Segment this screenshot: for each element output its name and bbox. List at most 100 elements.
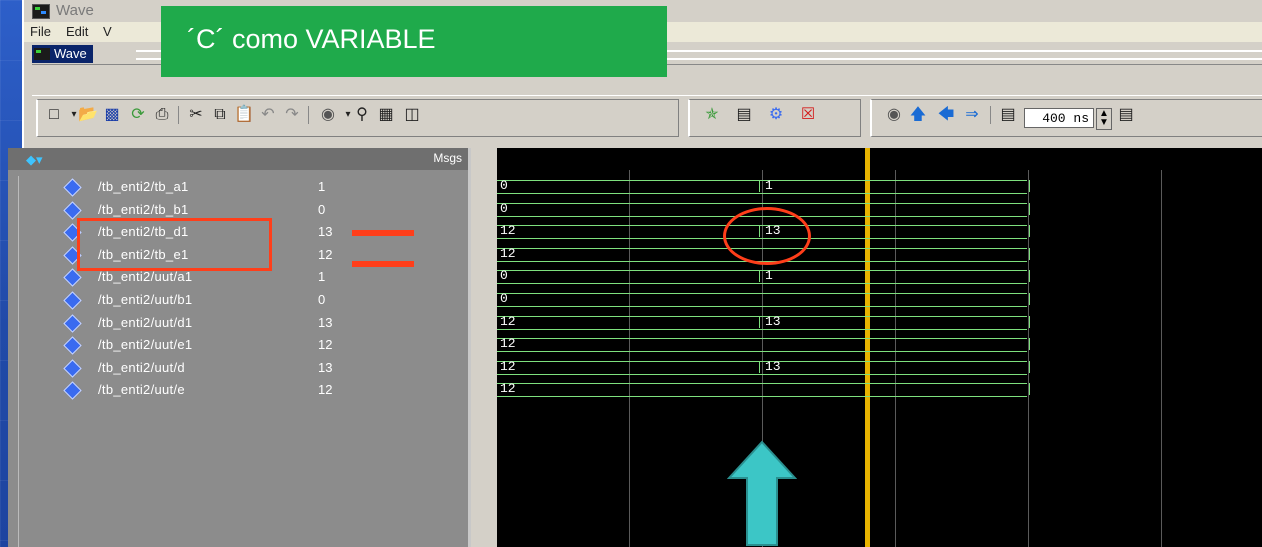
- toolbar-separator: [308, 106, 309, 124]
- signal-diamond-icon: [63, 291, 82, 310]
- dataflow-icon[interactable]: ◫: [402, 105, 422, 125]
- window-title: Wave: [56, 2, 94, 19]
- signal-value: 12: [318, 247, 333, 262]
- signal-name: /tb_enti2/uut/e: [98, 382, 185, 397]
- cut-icon[interactable]: ✂: [186, 105, 206, 125]
- bus-trace-end: [1025, 316, 1030, 328]
- signal-name: /tb_enti2/uut/b1: [98, 292, 193, 307]
- step-icon[interactable]: ▤: [1116, 105, 1136, 125]
- bus-value-after: 13: [765, 359, 781, 374]
- signal-value-row[interactable]: 1: [312, 266, 488, 288]
- menu-view[interactable]: V: [103, 24, 112, 39]
- bookmark-icon[interactable]: ▤: [734, 105, 754, 125]
- signal-value: 12: [318, 382, 333, 397]
- up-arrow-icon[interactable]: 🡅: [908, 105, 928, 125]
- bus-trace-end: [1025, 225, 1030, 237]
- reload-icon[interactable]: ⟳: [128, 105, 148, 125]
- waveform-row[interactable]: 12 13: [497, 357, 1262, 379]
- bus-value-before: 12: [500, 314, 516, 329]
- signal-row[interactable]: /tb_enti2/uut/e: [8, 379, 295, 401]
- bus-value-before: 12: [500, 223, 516, 238]
- bus-value-before: 0: [500, 178, 508, 193]
- signal-diamond-icon: [63, 336, 82, 355]
- signal-diamond-icon: [63, 314, 82, 333]
- signal-row[interactable]: /tb_enti2/uut/e1: [8, 334, 295, 356]
- bus-trace-end: [1025, 361, 1030, 373]
- signal-row[interactable]: /tb_enti2/uut/d: [8, 357, 295, 379]
- new-icon[interactable]: □: [44, 105, 64, 125]
- copy-icon[interactable]: ⧉: [210, 105, 230, 125]
- waveform-row[interactable]: 01: [497, 176, 1262, 198]
- run-length-spinner[interactable]: ▲ ▼: [1096, 108, 1112, 130]
- waveform-pane[interactable]: 0 1 0 12 13 12 0 1 0 12 13 12 12 13 12: [497, 148, 1262, 547]
- close-wave-icon[interactable]: ☒: [798, 105, 818, 125]
- slide-banner: ´C´ como VARIABLE: [161, 6, 667, 77]
- highlight-circle: [723, 207, 811, 265]
- signal-row[interactable]: /tb_enti2/uut/d1: [8, 312, 295, 334]
- bus-transition: [759, 361, 764, 373]
- bus-value-before: 0: [500, 291, 508, 306]
- bus-trace-end: [1025, 203, 1030, 215]
- waveform-row[interactable]: 12: [497, 244, 1262, 266]
- wave-pane-icon: [34, 48, 50, 60]
- signal-name: /tb_enti2/uut/a1: [98, 269, 193, 284]
- toolbar: □ ▾ 📂 ▩ ⟳ ⎙ ✂ ⧉ 📋 ↶ ↷ ◉ ▾ ⚲ ▦ ◫ ✯ ▤ ⚙ ☒ …: [32, 95, 1262, 144]
- equals-bar-bottom: [352, 261, 414, 267]
- waveform-row[interactable]: 0: [497, 199, 1262, 221]
- save-icon[interactable]: ▩: [102, 105, 122, 125]
- wave-app-icon: [32, 4, 50, 19]
- bus-trace-end: [1025, 180, 1030, 192]
- menu-edit[interactable]: Edit: [66, 24, 88, 39]
- bus-transition: [759, 180, 764, 192]
- redo-icon[interactable]: ↷: [282, 105, 302, 125]
- print-icon[interactable]: ⎙: [152, 105, 172, 125]
- waveform-row[interactable]: 12 13: [497, 221, 1262, 243]
- paste-icon[interactable]: 📋: [234, 105, 254, 125]
- signal-value: 13: [318, 315, 333, 330]
- sim-icon[interactable]: ◉: [884, 105, 904, 125]
- signal-value-row[interactable]: 13: [312, 357, 488, 379]
- run-icon[interactable]: ▤: [998, 105, 1018, 125]
- signal-value-row[interactable]: 0: [312, 289, 488, 311]
- signal-value-row[interactable]: 12: [312, 379, 488, 401]
- bus-trace-end: [1025, 293, 1030, 305]
- bus-trace-end: [1025, 270, 1030, 282]
- wave-pane-tab[interactable]: Wave: [32, 45, 93, 63]
- signal-value: 12: [318, 337, 333, 352]
- waveform-row[interactable]: 12: [497, 334, 1262, 356]
- bus-trace-end: [1025, 383, 1030, 395]
- waveform-row[interactable]: 0: [497, 289, 1262, 311]
- signal-value-row[interactable]: 13: [312, 312, 488, 334]
- bus-trace: [497, 338, 1027, 352]
- bus-trace: [497, 293, 1027, 307]
- msgs-column-header: Msgs: [433, 151, 462, 165]
- right-arrow-icon[interactable]: ⇒: [962, 105, 982, 125]
- zoom-icon[interactable]: ▦: [376, 105, 396, 125]
- bus-trace: [497, 383, 1027, 397]
- waveform-header: [497, 148, 1262, 176]
- left-arrow-icon[interactable]: 🡄: [936, 105, 956, 125]
- wave-cursor-icon[interactable]: ✯: [702, 105, 722, 125]
- waveform-row[interactable]: 12: [497, 379, 1262, 401]
- signal-value-row[interactable]: 0: [312, 199, 488, 221]
- binoculars-icon[interactable]: ⚲: [352, 105, 372, 125]
- signal-values-header: Msgs: [292, 148, 468, 170]
- signal-row[interactable]: /tb_enti2/uut/b1: [8, 289, 295, 311]
- find-icon[interactable]: ◉: [318, 105, 338, 125]
- run-length-input[interactable]: 400 ns: [1024, 108, 1094, 128]
- signal-row[interactable]: /tb_enti2/tb_a1: [8, 176, 295, 198]
- signal-value-row[interactable]: 1: [312, 176, 488, 198]
- open-icon[interactable]: 📂: [78, 105, 98, 125]
- signal-diamond-icon: [63, 359, 82, 378]
- undo-icon[interactable]: ↶: [258, 105, 278, 125]
- signal-name: /tb_enti2/uut/e1: [98, 337, 193, 352]
- waveform-row[interactable]: 12 13: [497, 312, 1262, 334]
- restart-icon[interactable]: ⚙: [766, 105, 786, 125]
- signal-name: /tb_enti2/tb_a1: [98, 179, 189, 194]
- signal-tree-icon[interactable]: ◆▾: [26, 152, 43, 168]
- signal-value: 0: [318, 292, 326, 307]
- waveform-row[interactable]: 01: [497, 266, 1262, 288]
- signal-diamond-icon: [63, 178, 82, 197]
- signal-value-row[interactable]: 12: [312, 334, 488, 356]
- menu-file[interactable]: File: [30, 24, 51, 39]
